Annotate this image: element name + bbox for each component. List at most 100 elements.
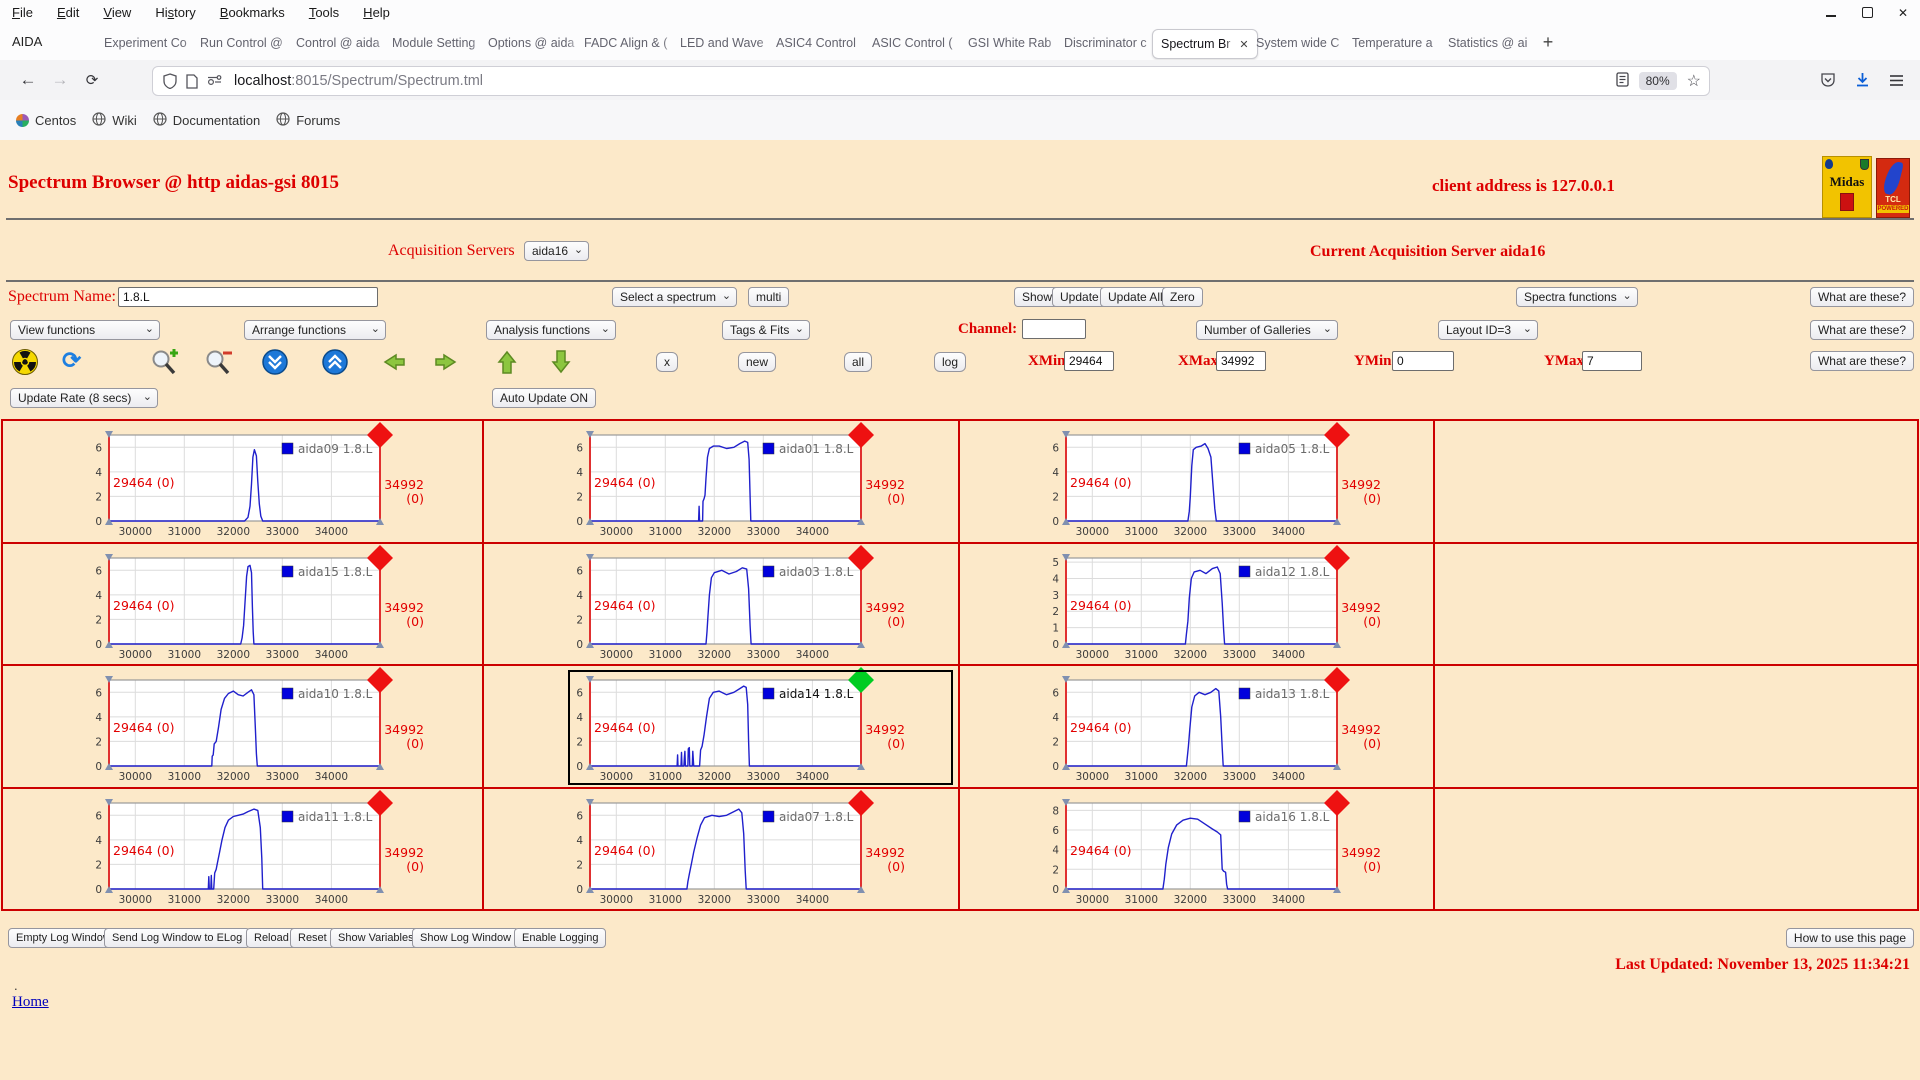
multi-button[interactable]: multi bbox=[748, 287, 790, 307]
arrange-functions-select[interactable]: Arrange functions bbox=[244, 320, 386, 340]
tab-gsi-white-rab[interactable]: GSI White Rab bbox=[960, 29, 1064, 57]
new-tab-button[interactable]: + bbox=[1536, 33, 1560, 53]
gallery-cell-aida10[interactable]: 0 2 4 6 30000 31000 32000 33000 34000 aida10 1.8.… bbox=[2, 665, 483, 788]
zoom-out-icon[interactable] bbox=[204, 348, 234, 381]
spectrum-chart-aida16[interactable]: 0 2 4 6 8 30000 31000 32000 33000 34000 aida16 1.8… bbox=[960, 789, 1434, 909]
tab-discriminator-c[interactable]: Discriminator c bbox=[1056, 29, 1160, 57]
tab-led-and-wave[interactable]: LED and Wave bbox=[672, 29, 776, 57]
move-down-icon[interactable] bbox=[550, 349, 572, 380]
log-button[interactable]: log bbox=[934, 352, 967, 372]
spectrum-chart-aida05[interactable]: 0 2 4 6 30000 31000 32000 33000 34000 aida05 1.8.… bbox=[960, 421, 1434, 541]
gallery-cell-aida11[interactable]: 0 2 4 6 30000 31000 32000 33000 34000 aida11 1.8.… bbox=[2, 787, 483, 910]
xmax-input[interactable] bbox=[1216, 351, 1266, 371]
tab-module-setting[interactable]: Module Setting bbox=[384, 29, 488, 57]
tab-spectrum-br[interactable]: Spectrum Br ✕ bbox=[1152, 29, 1258, 59]
reader-mode-icon[interactable] bbox=[1615, 71, 1629, 91]
menu-file[interactable]: File bbox=[0, 5, 45, 20]
tab-system-wide-c[interactable]: System wide C bbox=[1248, 29, 1352, 57]
spectrum-chart-aida09[interactable]: 0 2 4 6 30000 31000 32000 33000 34000 aida09 1.8.… bbox=[3, 421, 479, 541]
spectrum-chart-aida15[interactable]: 0 2 4 6 30000 31000 32000 33000 34000 aida15 1.8.… bbox=[3, 544, 479, 664]
spectrum-chart-aida11[interactable]: 0 2 4 6 30000 31000 32000 33000 34000 aida11 1.8.… bbox=[3, 789, 479, 909]
update-all-button[interactable]: Update All bbox=[1100, 287, 1171, 307]
spectra-functions-select[interactable]: Spectra functions bbox=[1516, 287, 1638, 307]
home-link[interactable]: Home bbox=[12, 994, 49, 1011]
close-window-button[interactable]: ✕ bbox=[1896, 6, 1910, 20]
gallery-cell-aida14[interactable]: 0 2 4 6 30000 31000 32000 33000 34000 aida14 1.8.… bbox=[483, 665, 959, 788]
bookmark-documentation[interactable]: Documentation bbox=[153, 111, 260, 129]
refresh-icon[interactable]: ⟳ bbox=[62, 347, 81, 374]
bookmark-star-icon[interactable]: ☆ bbox=[1687, 71, 1701, 91]
move-left-icon[interactable] bbox=[378, 351, 406, 378]
menu-bookmarks[interactable]: Bookmarks bbox=[208, 5, 297, 20]
tags-fits-select[interactable]: Tags & Fits bbox=[722, 320, 810, 340]
what-are-these-button[interactable]: What are these? bbox=[1809, 320, 1914, 340]
spectrum-chart-aida03[interactable]: 0 2 4 6 30000 31000 32000 33000 34000 aida03 1.8.… bbox=[484, 544, 959, 664]
what-are-these-button[interactable]: What are these? bbox=[1809, 351, 1914, 371]
number-of-galleries-select[interactable]: Number of Galleries bbox=[1196, 320, 1338, 340]
forward-icon[interactable]: → bbox=[48, 68, 72, 92]
url-bar[interactable]: localhost:8015/Spectrum/Spectrum.tml 80%… bbox=[152, 66, 1710, 96]
midas-logo-image[interactable]: Midas bbox=[1822, 156, 1872, 218]
tcl-powered-logo-image[interactable]: TCL POWERED bbox=[1876, 158, 1910, 218]
tab-statistics-ai[interactable]: Statistics @ ai bbox=[1440, 29, 1544, 57]
show-log-window-button[interactable]: Show Log Window bbox=[412, 928, 520, 948]
tab-fadc-align[interactable]: FADC Align & ( bbox=[576, 29, 680, 57]
gallery-cell-aida07[interactable]: 0 2 4 6 30000 31000 32000 33000 34000 aida07 1.8.… bbox=[483, 787, 959, 910]
spectrum-chart-aida13[interactable]: 0 2 4 6 30000 31000 32000 33000 34000 aida13 1.8.… bbox=[960, 666, 1434, 786]
gallery-cell-aida05[interactable]: 0 2 4 6 30000 31000 32000 33000 34000 aida05 1.8.… bbox=[959, 420, 1434, 543]
menu-view[interactable]: View bbox=[91, 5, 143, 20]
zero-button[interactable]: Zero bbox=[1162, 287, 1203, 307]
back-icon[interactable]: ← bbox=[16, 68, 40, 92]
gallery-cell-aida16[interactable]: 0 2 4 6 8 30000 31000 32000 33000 34000 aida16 1.8… bbox=[959, 787, 1434, 910]
gallery-cell-aida09[interactable]: 0 2 4 6 30000 31000 32000 33000 34000 aida09 1.8.… bbox=[2, 420, 483, 543]
maximize-button[interactable] bbox=[1860, 6, 1874, 20]
tab-asic4-control[interactable]: ASIC4 Control bbox=[768, 29, 872, 57]
radiation-icon[interactable] bbox=[12, 349, 38, 380]
analysis-functions-select[interactable]: Analysis functions bbox=[486, 320, 616, 340]
pocket-icon[interactable] bbox=[1816, 68, 1840, 92]
menu-edit[interactable]: Edit bbox=[45, 5, 91, 20]
show-variables-button[interactable]: Show Variables bbox=[330, 928, 422, 948]
shield-icon[interactable] bbox=[163, 73, 177, 89]
gallery-cell-aida01[interactable]: 0 2 4 6 30000 31000 32000 33000 34000 aida01 1.8.… bbox=[483, 420, 959, 543]
enable-logging-button[interactable]: Enable Logging bbox=[514, 928, 607, 948]
tab-temperature-a[interactable]: Temperature a bbox=[1344, 29, 1448, 57]
update-rate-select[interactable]: Update Rate (8 secs) bbox=[10, 388, 158, 408]
tab-close-icon[interactable]: ✕ bbox=[1236, 36, 1252, 52]
minimize-button[interactable] bbox=[1824, 6, 1838, 20]
shift-up-icon[interactable] bbox=[322, 349, 348, 380]
zoom-in-icon[interactable] bbox=[150, 348, 180, 381]
shift-down-icon[interactable] bbox=[262, 349, 288, 380]
bookmark-forums[interactable]: Forums bbox=[276, 111, 340, 129]
reset-button[interactable]: Reset bbox=[290, 928, 335, 948]
gallery-cell-aida15[interactable]: 0 2 4 6 30000 31000 32000 33000 34000 aida15 1.8.… bbox=[2, 542, 483, 665]
ymin-input[interactable] bbox=[1392, 351, 1454, 371]
acquisition-server-select[interactable]: aida16 bbox=[524, 241, 590, 261]
select-a-spectrum-select[interactable]: Select a spectrum bbox=[612, 287, 738, 307]
spectrum-chart-aida14[interactable]: 0 2 4 6 30000 31000 32000 33000 34000 aida14 1.8.… bbox=[484, 666, 959, 786]
gallery-cell-aida13[interactable]: 0 2 4 6 30000 31000 32000 33000 34000 aida13 1.8.… bbox=[959, 665, 1434, 788]
layout-id-select[interactable]: Layout ID=3 bbox=[1438, 320, 1538, 340]
tab-options-aida[interactable]: Options @ aida bbox=[480, 29, 584, 57]
zoom-level-badge[interactable]: 80% bbox=[1638, 72, 1677, 90]
site-permissions-icon[interactable] bbox=[207, 75, 222, 87]
empty-log-window-button[interactable]: Empty Log Window bbox=[8, 928, 119, 948]
spectrum-chart-aida10[interactable]: 0 2 4 6 30000 31000 32000 33000 34000 aida10 1.8.… bbox=[3, 666, 479, 786]
menu-help[interactable]: Help bbox=[351, 5, 402, 20]
auto-update-button[interactable]: Auto Update ON bbox=[492, 388, 597, 408]
new-button[interactable]: new bbox=[738, 352, 777, 372]
send-log-window-to-elog-button[interactable]: Send Log Window to ELog bbox=[104, 928, 251, 948]
all-button[interactable]: all bbox=[844, 352, 873, 372]
page-info-icon[interactable] bbox=[186, 73, 198, 89]
hamburger-menu-icon[interactable] bbox=[1884, 68, 1908, 92]
gallery-cell-aida03[interactable]: 0 2 4 6 30000 31000 32000 33000 34000 aida03 1.8.… bbox=[483, 542, 959, 665]
tab-experiment-co[interactable]: Experiment Co bbox=[96, 29, 200, 57]
spectrum-chart-aida01[interactable]: 0 2 4 6 30000 31000 32000 33000 34000 aida01 1.8.… bbox=[484, 421, 959, 541]
tab-asic-control[interactable]: ASIC Control ( bbox=[864, 29, 968, 57]
bookmark-centos[interactable]: Centos bbox=[16, 113, 76, 128]
menu-history[interactable]: History bbox=[143, 5, 207, 20]
update-button[interactable]: Update bbox=[1052, 287, 1107, 307]
x-button[interactable]: x bbox=[656, 352, 678, 372]
ymax-input[interactable] bbox=[1582, 351, 1642, 371]
xmin-input[interactable] bbox=[1064, 351, 1114, 371]
